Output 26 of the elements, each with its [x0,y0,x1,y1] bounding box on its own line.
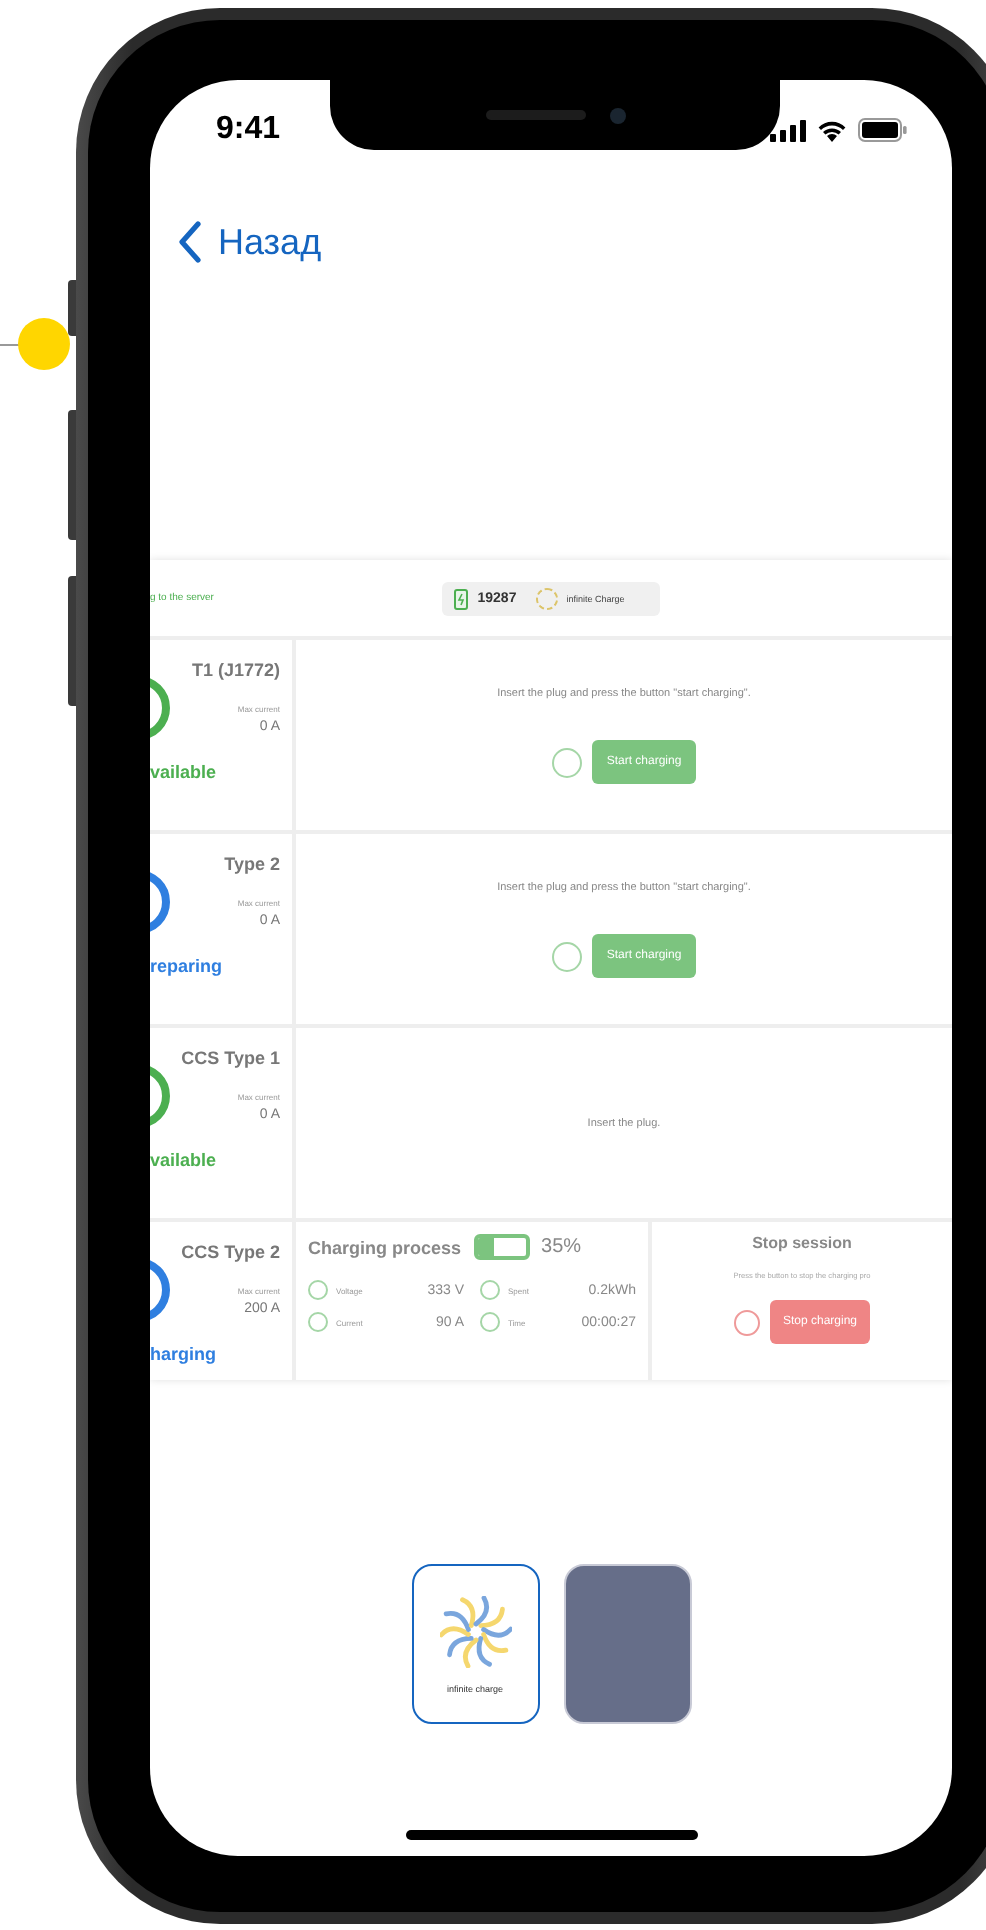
charge-battery [473,1234,530,1260]
wifi-icon [816,118,848,142]
connector-name: CCS Type 2 [181,1242,280,1262]
connector-name: Type 2 [224,854,280,874]
plug-icon [552,941,583,971]
connector-status: reparing [150,956,223,976]
connector-name: T1 (J1772) [191,660,280,680]
charge-percent: 35% [541,1236,582,1258]
image-thumbnail[interactable] [563,1564,691,1724]
connector-status: harging [150,1344,216,1364]
swirl-logo-icon [439,1595,511,1667]
cancel-icon [734,1309,761,1335]
stop-title: Stop session [752,1234,852,1252]
signal-icon [770,119,806,141]
connector-status: vailable [150,762,217,782]
charger-icon [453,587,470,609]
battery-icon [858,118,908,142]
connector-status: vailable [150,1150,217,1170]
plug-icon [552,747,583,777]
status-time: 9:41 [216,112,281,148]
connector-name: CCS Type 1 [181,1048,280,1068]
callout-dot [18,318,70,370]
logo-icon [536,587,559,609]
back-button[interactable]: Назад [178,220,322,264]
chevron-left-icon [178,220,202,264]
process-title: Charging process [308,1237,462,1257]
